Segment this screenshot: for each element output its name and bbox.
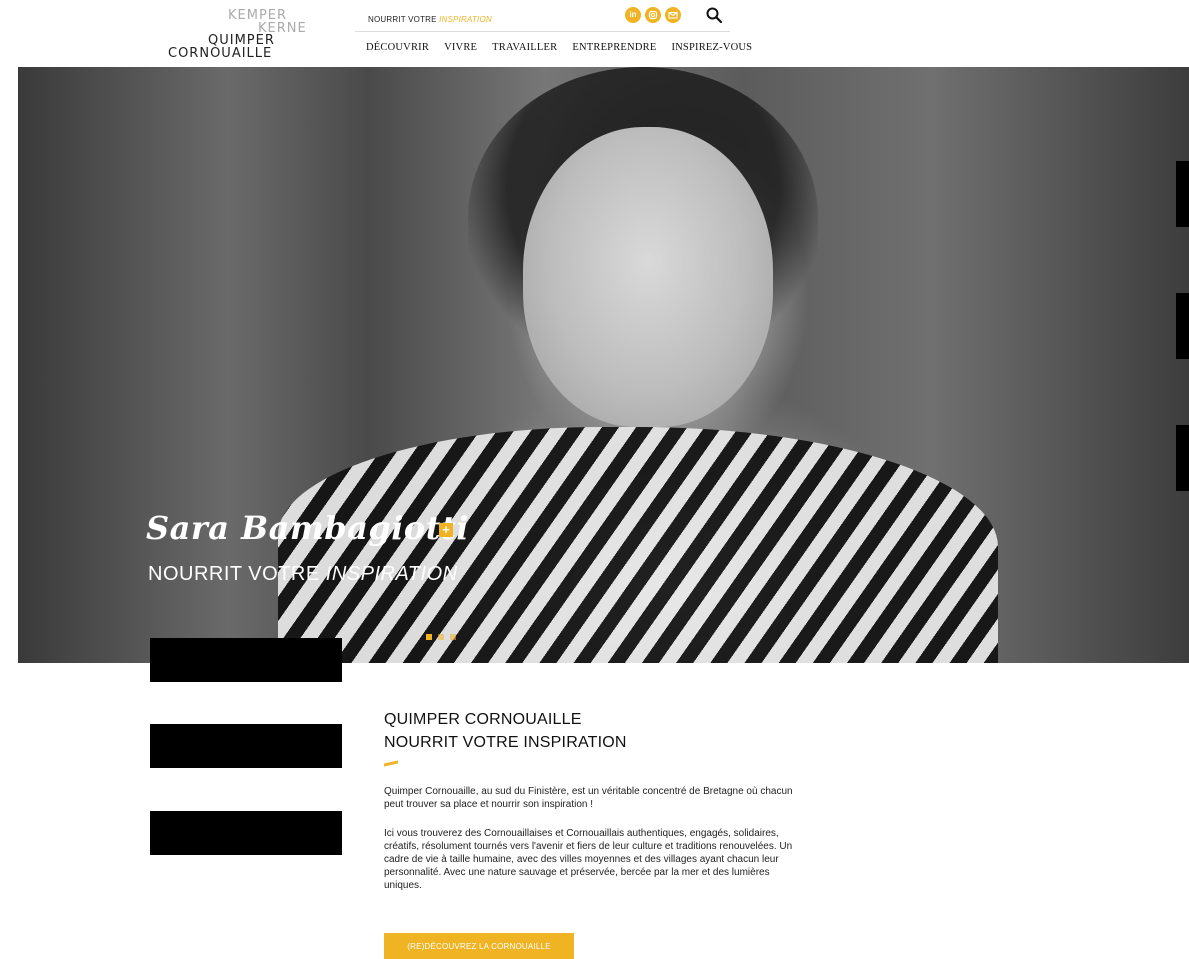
nav-item-decouvrir[interactable]: DÉCOUVRIR — [366, 42, 429, 53]
redacted-block — [150, 724, 342, 768]
site-logo[interactable]: KEMPER KERNE QUIMPER CORNOUAILLE — [168, 6, 328, 62]
slider-dot-1[interactable] — [426, 634, 432, 640]
hero-subtitle: NOURRIT VOTRE INSPIRATION — [148, 563, 458, 586]
slider-dots — [426, 634, 456, 640]
hero-photo-face — [523, 127, 773, 427]
redacted-block — [150, 811, 342, 855]
title-accent-underline — [384, 760, 398, 767]
main-nav: DÉCOUVRIR VIVRE TRAVAILLER ENTREPRENDRE … — [366, 42, 752, 53]
tagline-prefix: NOURRIT VOTRE — [368, 15, 437, 24]
email-icon[interactable] — [665, 7, 681, 23]
instagram-icon[interactable] — [645, 7, 661, 23]
hero-side-bar — [1176, 293, 1189, 359]
intro-paragraph-1: Quimper Cornouaille, au sud du Finistère… — [384, 786, 793, 810]
intro-paragraph-2: Ici vous trouverez des Cornouaillaises e… — [384, 828, 793, 891]
hero-side-bar — [1176, 161, 1189, 227]
intro-title-line2: NOURRIT VOTRE INSPIRATION — [384, 734, 627, 751]
redacted-block — [150, 638, 342, 682]
rediscover-cornouaille-button[interactable]: (RE)DÉCOUVREZ LA CORNOUAILLE — [384, 933, 574, 959]
hero-banner[interactable]: Sara Bambagiotti + NOURRIT VOTRE INSPIRA… — [18, 67, 1189, 663]
logo-line-cornouaille: CORNOUAILLE — [168, 46, 273, 61]
social-links: in — [625, 7, 681, 23]
nav-item-entreprendre[interactable]: ENTREPRENDRE — [572, 42, 656, 53]
hero-side-bar — [1176, 425, 1189, 491]
nav-item-inspirez-vous[interactable]: INSPIREZ-VOUS — [671, 42, 752, 53]
slider-dot-2[interactable] — [438, 634, 444, 640]
header-divider — [355, 31, 730, 32]
search-icon[interactable] — [705, 6, 723, 24]
hero-plus-button[interactable]: + — [439, 523, 453, 537]
nav-item-travailler[interactable]: TRAVAILLER — [492, 42, 557, 53]
linkedin-icon[interactable]: in — [625, 7, 641, 23]
slider-dot-3[interactable] — [450, 634, 456, 640]
tagline-highlight: INSPIRATION — [439, 15, 492, 24]
nav-item-vivre[interactable]: VIVRE — [444, 42, 477, 53]
header-tagline: NOURRIT VOTRE INSPIRATION — [368, 15, 492, 24]
hero-person-name: Sara Bambagiotti — [146, 509, 469, 547]
hero-subtitle-highlight: INSPIRATION — [325, 563, 458, 585]
hero-subtitle-prefix: NOURRIT VOTRE — [148, 563, 320, 585]
intro-title-line1: QUIMPER CORNOUAILLE — [384, 711, 582, 728]
